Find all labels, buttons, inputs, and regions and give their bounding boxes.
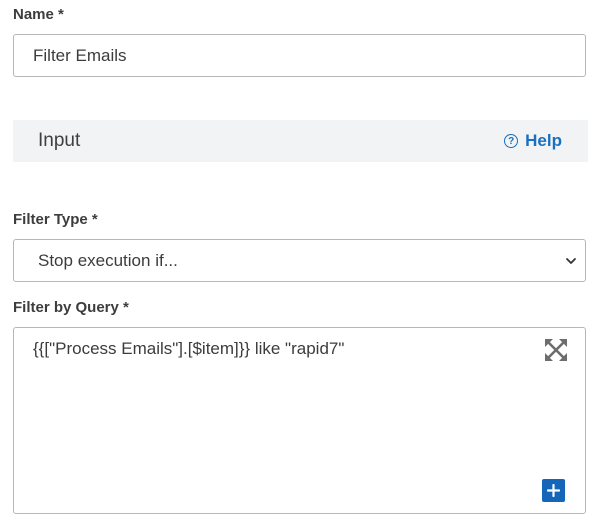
filter-query-value: {{["Process Emails"].[$item]}} like "rap… (33, 339, 345, 358)
name-label: Name * (13, 6, 64, 23)
plus-icon (547, 484, 560, 497)
filter-type-value: Stop execution if... (38, 251, 178, 270)
chevron-down-icon (566, 258, 576, 264)
filter-query-label: Filter by Query * (13, 299, 129, 316)
expand-icon[interactable] (543, 337, 569, 363)
help-label: Help (525, 131, 562, 150)
filter-type-label: Filter Type * (13, 211, 98, 228)
question-circle-icon: ? (504, 134, 519, 148)
section-title: Input (38, 130, 81, 151)
add-button[interactable] (542, 479, 565, 502)
filter-type-select[interactable]: Stop execution if... (13, 239, 586, 282)
name-input[interactable]: Filter Emails (13, 34, 586, 77)
help-link[interactable]: ? Help (504, 120, 562, 162)
filter-query-textarea[interactable]: {{["Process Emails"].[$item]}} like "rap… (13, 327, 586, 514)
input-section-header: Input ? Help (13, 120, 588, 162)
